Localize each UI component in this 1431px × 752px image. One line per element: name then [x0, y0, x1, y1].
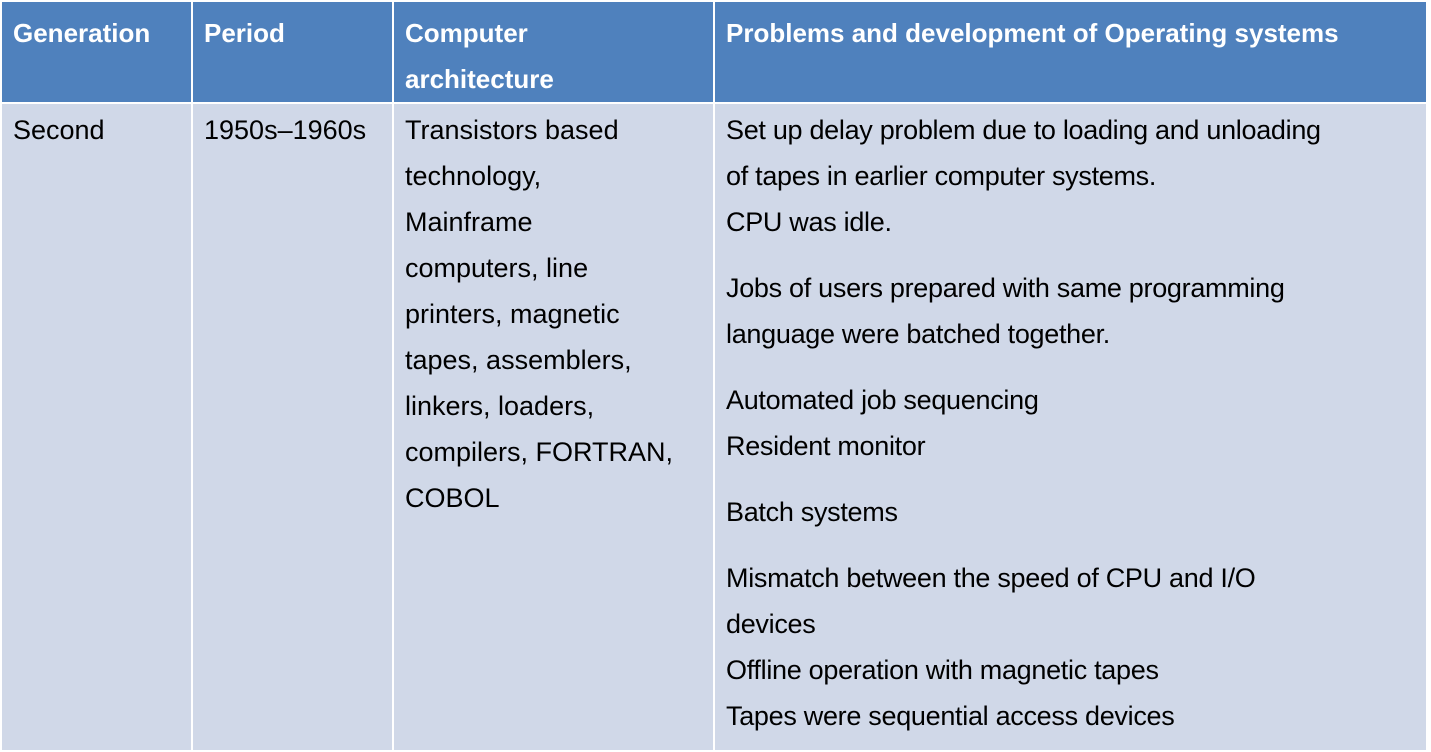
problem-line: Set up delay problem due to loading and … [726, 115, 1321, 145]
problem-line: Offline operation with magnetic tapes [726, 655, 1159, 685]
problem-line: devices [726, 609, 816, 639]
cell-problems: Set up delay problem due to loading and … [713, 102, 1428, 752]
problem-paragraph: Mismatch between the speed of CPU and I/… [726, 555, 1416, 739]
problem-line: Automated job sequencing [726, 385, 1039, 415]
problem-line: of tapes in earlier computer systems. [726, 161, 1157, 191]
problem-line: Resident monitor [726, 431, 926, 461]
problem-paragraph: Jobs of users prepared with same program… [726, 265, 1416, 357]
slide: Generation Period Computer architecture … [0, 0, 1431, 752]
architecture-line: printers, magnetic [405, 299, 620, 329]
table-row: Second 1950s–1960s Transistors based tec… [0, 102, 1428, 752]
architecture-line: technology, [405, 161, 542, 191]
architecture-line: computers, line [405, 253, 589, 283]
header-architecture-line: architecture [405, 64, 554, 94]
problem-line: Tapes were sequential access devices [726, 701, 1175, 731]
problem-line: Jobs of users prepared with same program… [726, 273, 1285, 303]
architecture-line: compilers, FORTRAN, [405, 437, 674, 467]
architecture-line: Transistors based [405, 115, 619, 145]
header-period: Period [191, 0, 394, 104]
header-architecture-line: Computer [405, 18, 528, 48]
problem-paragraph: Batch systems [726, 489, 1416, 535]
cell-period: 1950s–1960s [191, 102, 394, 752]
architecture-line: linkers, loaders, [405, 391, 595, 421]
architecture-line: tapes, assemblers, [405, 345, 632, 375]
problem-paragraph: Automated job sequencing Resident monito… [726, 377, 1416, 469]
header-problems-development: Problems and development of Operating sy… [713, 0, 1428, 104]
cell-generation: Second [0, 102, 193, 752]
os-generation-table: Generation Period Computer architecture … [0, 0, 1428, 752]
table-header-row: Generation Period Computer architecture … [0, 0, 1428, 104]
header-computer-architecture: Computer architecture [392, 0, 715, 104]
architecture-line: COBOL [405, 483, 500, 513]
problem-line: CPU was idle. [726, 207, 892, 237]
problem-paragraph: Set up delay problem due to loading and … [726, 107, 1416, 245]
header-generation: Generation [0, 0, 193, 104]
problem-line: language were batched together. [726, 319, 1111, 349]
cell-architecture: Transistors based technology, Mainframe … [392, 102, 715, 752]
problem-line: Batch systems [726, 497, 898, 527]
architecture-line: Mainframe [405, 207, 533, 237]
problem-line: Mismatch between the speed of CPU and I/… [726, 563, 1256, 593]
